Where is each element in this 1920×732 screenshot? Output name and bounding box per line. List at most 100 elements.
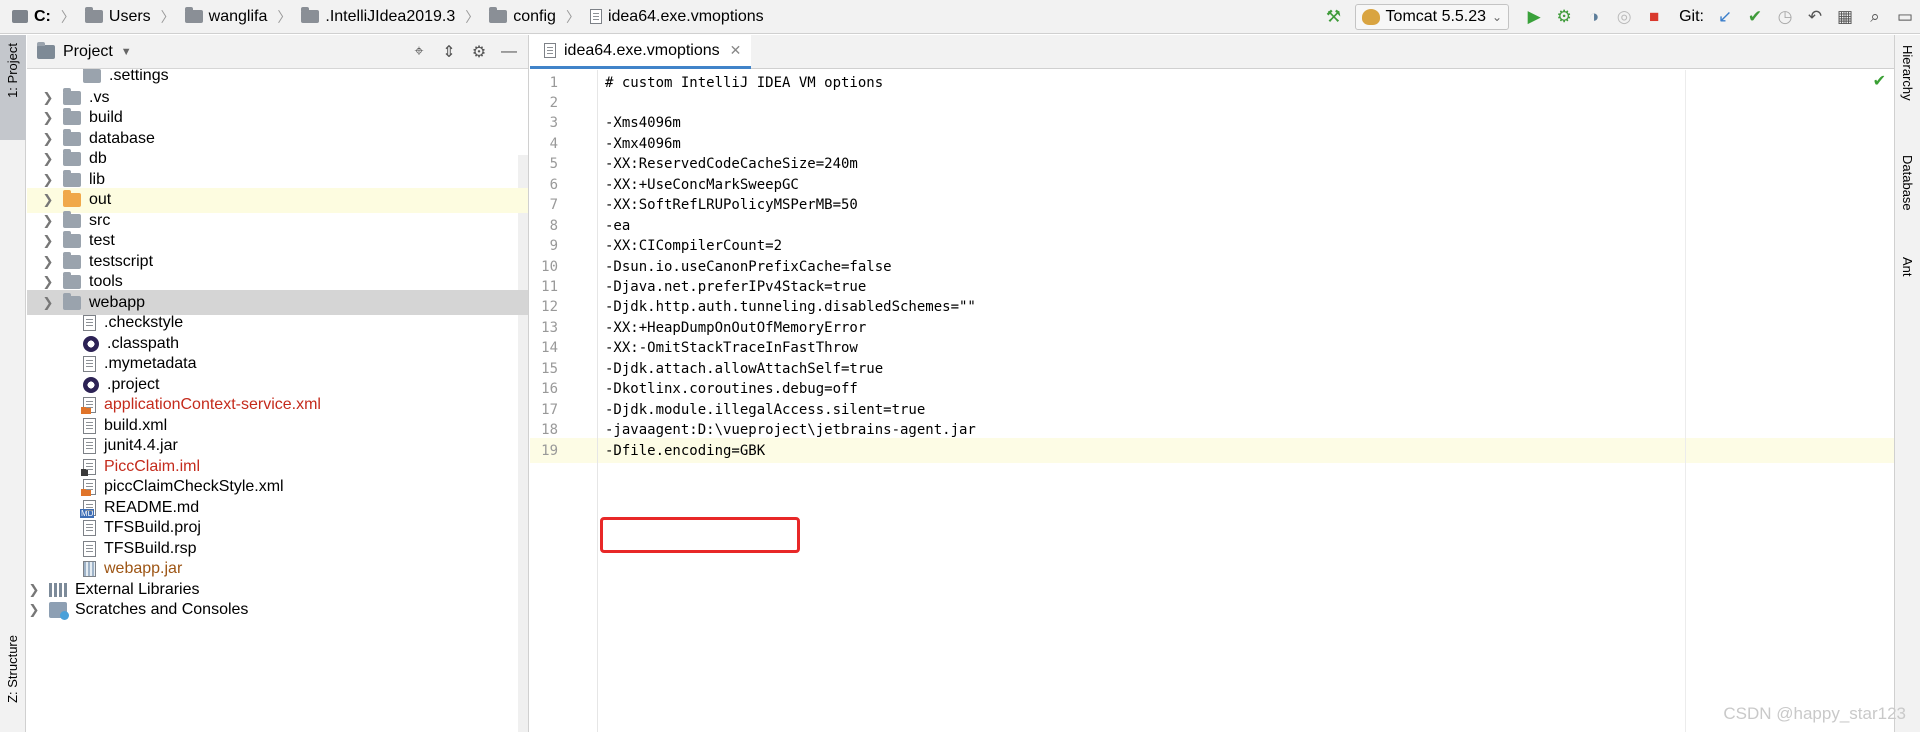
git-update-icon[interactable]: ↙ xyxy=(1712,4,1738,30)
chevron-right-icon[interactable]: ❯ xyxy=(41,274,55,290)
annotation-highlight-box xyxy=(600,517,800,553)
inspection-ok-icon[interactable]: ✔ xyxy=(1873,71,1886,91)
folder-icon xyxy=(63,87,81,105)
database-tool-tab[interactable]: Database xyxy=(1900,155,1915,211)
web-folder-icon xyxy=(63,292,81,310)
folder-icon xyxy=(84,7,103,23)
breadcrumb-separator: 〉 xyxy=(277,8,292,25)
project-tool-tab[interactable]: 1: Project xyxy=(0,35,26,140)
tomcat-icon xyxy=(1361,9,1380,25)
chevron-down-icon[interactable]: ▼ xyxy=(121,46,132,58)
breadcrumb-label: config xyxy=(513,7,556,25)
tree-item[interactable]: ❯ Scratches and Consoles xyxy=(27,598,528,623)
breadcrumb-separator: 〉 xyxy=(465,8,480,25)
git-rollback-icon[interactable]: ↶ xyxy=(1802,4,1828,30)
breadcrumb-separator: 〉 xyxy=(565,8,580,25)
chevron-right-icon[interactable]: ❯ xyxy=(41,172,55,188)
tree-item-label: db xyxy=(89,150,107,167)
hierarchy-tool-tab[interactable]: Hierarchy xyxy=(1900,45,1915,101)
git-history-icon[interactable]: ◷ xyxy=(1772,4,1798,30)
code-text: -XX:+HeapDumpOnOutOfMemoryError xyxy=(605,319,867,336)
settings-gear-icon[interactable]: ⚙ xyxy=(466,39,492,65)
editor-tab-label: idea64.exe.vmoptions xyxy=(564,41,720,59)
tree-item-label: .classpath xyxy=(107,334,180,352)
breadcrumb-item[interactable]: .IntelliJIdea2019.3 xyxy=(299,0,457,34)
breadcrumb-separator: 〉 xyxy=(60,8,75,25)
run-configuration-select[interactable]: Tomcat 5.5.23 ⌄ xyxy=(1354,4,1510,30)
chevron-right-icon[interactable]: ❯ xyxy=(27,602,41,618)
watermark: CSDN @happy_star123 xyxy=(1723,704,1906,723)
git-commit-icon[interactable]: ✔ xyxy=(1742,4,1768,30)
stop-icon[interactable]: ■ xyxy=(1641,4,1667,30)
editor: idea64.exe.vmoptions ✕ 1 # custom Intelli… xyxy=(530,35,1894,732)
tree-item-label: webapp.jar xyxy=(104,560,183,577)
project-view-select[interactable]: Project xyxy=(63,43,113,61)
excluded-folder-icon xyxy=(63,190,81,207)
chevron-right-icon[interactable]: ❯ xyxy=(41,151,55,167)
tree-item-label: .vs xyxy=(89,88,110,106)
chevron-right-icon[interactable]: ❯ xyxy=(27,582,41,598)
main-toolbar: ⚒ Tomcat 5.5.23 ⌄ ▶ ⚙ ◑ ◎ ■ Git: ↙ ✔ ◷ ↶… xyxy=(1319,0,1920,34)
project-tool-tab-label: 1: Project xyxy=(5,43,20,98)
markdown-file-icon xyxy=(80,499,96,518)
folder-icon xyxy=(63,231,81,248)
text-file-icon xyxy=(83,540,96,557)
chevron-right-icon[interactable]: ❯ xyxy=(41,90,55,106)
breadcrumb-item[interactable]: C: xyxy=(10,0,53,34)
collapse-all-icon[interactable]: ⇕ xyxy=(436,39,462,65)
tree-item-label: Scratches and Consoles xyxy=(75,601,249,618)
code-text: -Djdk.module.illegalAccess.silent=true xyxy=(605,401,926,418)
chevron-down-icon: ⌄ xyxy=(1492,10,1503,24)
breadcrumb-item[interactable]: config xyxy=(487,0,558,34)
code-text: -Djava.net.preferIPv4Stack=true xyxy=(605,279,867,295)
debug-icon[interactable]: ⚙ xyxy=(1551,4,1577,30)
locate-icon[interactable]: ⌖ xyxy=(406,39,432,65)
run-configuration-label: Tomcat 5.5.23 xyxy=(1385,8,1487,25)
chevron-right-icon[interactable]: ❯ xyxy=(41,192,55,208)
code-text: -javaagent:D:\vueproject\jetbrains-agent… xyxy=(605,422,976,439)
chevron-right-icon[interactable]: ❯ xyxy=(41,233,55,249)
presentation-icon[interactable]: ▭ xyxy=(1892,4,1918,30)
breadcrumb-item[interactable]: idea64.exe.vmoptions xyxy=(588,0,766,34)
text-file-icon xyxy=(83,315,96,331)
chevron-right-icon[interactable]: ❯ xyxy=(41,254,55,270)
chevron-right-icon[interactable]: ❯ xyxy=(41,213,55,229)
xml-file-icon xyxy=(81,479,96,496)
chevron-right-icon[interactable]: ❯ xyxy=(41,131,55,147)
hide-panel-icon[interactable]: — xyxy=(496,39,522,65)
structure-tool-tab[interactable]: Z: Structure xyxy=(5,635,20,703)
drive-icon xyxy=(12,10,28,23)
tree-item-label: webapp xyxy=(89,293,146,311)
close-icon[interactable]: ✕ xyxy=(730,42,742,59)
code-text: -Dsun.io.useCanonPrefixCache=false xyxy=(605,258,892,275)
ant-tool-tab[interactable]: Ant xyxy=(1900,257,1915,277)
chevron-right-icon[interactable]: ❯ xyxy=(41,295,55,311)
code-text: -Xms4096m xyxy=(605,115,681,132)
code-text: -XX:ReservedCodeCacheSize=240m xyxy=(605,156,858,173)
tree-item-label: piccClaimCheckStyle.xml xyxy=(104,478,284,495)
code-line[interactable]: 19 -Dfile.encoding=GBK xyxy=(530,438,1894,464)
xml-file-icon xyxy=(81,397,96,414)
tree-item-label: PiccClaim.iml xyxy=(104,457,200,475)
build-hammer-icon[interactable]: ⚒ xyxy=(1321,4,1347,30)
run-icon[interactable]: ▶ xyxy=(1521,4,1547,30)
code-area[interactable]: 1 # custom IntelliJ IDEA VM options 2 3 -Xms… xyxy=(530,70,1894,732)
breadcrumb-item[interactable]: Users xyxy=(83,0,153,34)
text-file-icon xyxy=(83,356,96,372)
project-panel-header: Project ▼ ⌖ ⇕ ⚙ — xyxy=(27,35,528,69)
tree-item-label: build xyxy=(89,109,123,126)
project-structure-icon[interactable]: ▦ xyxy=(1832,4,1858,30)
search-icon[interactable]: ⌕ xyxy=(1862,4,1888,30)
editor-tab[interactable]: idea64.exe.vmoptions ✕ xyxy=(530,35,752,69)
jar-file-icon xyxy=(83,561,96,577)
coverage-icon[interactable]: ◑ xyxy=(1581,4,1607,30)
folder-icon xyxy=(83,69,101,83)
profile-icon[interactable]: ◎ xyxy=(1611,4,1637,30)
chevron-right-icon[interactable]: ❯ xyxy=(41,110,55,126)
folder-icon xyxy=(63,108,81,125)
breadcrumb: C: 〉 Users 〉 wanglifa 〉 .IntelliJIdea2019.3 〉 co… xyxy=(0,0,766,34)
breadcrumb-item[interactable]: wanglifa xyxy=(183,0,270,34)
navigation-bar: C: 〉 Users 〉 wanglifa 〉 .IntelliJIdea2019.3 〉 co… xyxy=(0,0,1920,34)
code-text: -XX:CICompilerCount=2 xyxy=(605,238,783,255)
tree-item-label: applicationContext-service.xml xyxy=(104,396,321,413)
